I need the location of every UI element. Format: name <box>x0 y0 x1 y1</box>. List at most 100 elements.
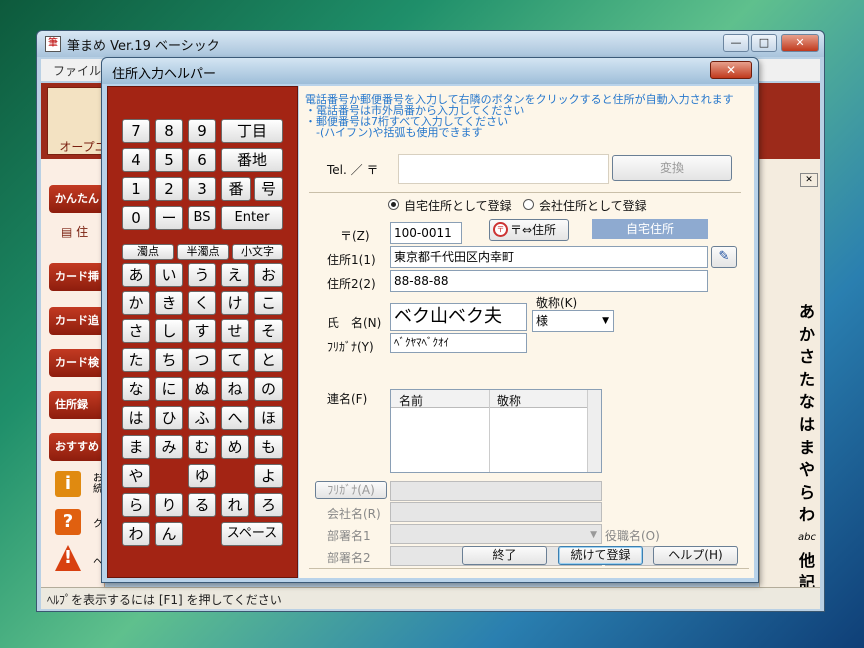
dept1-select[interactable]: ▼ <box>390 524 602 544</box>
kana-key[interactable]: ろ <box>254 493 283 517</box>
kana-key[interactable]: へ <box>221 406 249 430</box>
kana-key[interactable]: お <box>254 263 283 287</box>
info-icon[interactable]: i <box>55 471 81 497</box>
sidebar-item-address[interactable]: ▤ 住 <box>61 223 88 240</box>
map-lookup-button[interactable]: ✎ <box>711 246 737 268</box>
kana-key[interactable]: あ <box>122 263 150 287</box>
index-tab[interactable]: や <box>792 459 822 482</box>
name-input[interactable]: ベク山ベク夫 <box>390 303 527 331</box>
kana-key[interactable]: せ <box>221 319 249 343</box>
small-kana-key[interactable]: 小文字 <box>232 244 283 260</box>
kana-key[interactable]: く <box>188 291 216 315</box>
dakuten-key[interactable]: 濁点 <box>122 244 174 260</box>
company-furigana-button[interactable]: ﾌﾘｶﾞﾅ(A) <box>315 481 387 499</box>
kana-key[interactable]: え <box>221 263 249 287</box>
key[interactable]: 9 <box>188 119 216 143</box>
continue-register-button[interactable]: 続けて登録 <box>558 546 643 565</box>
key[interactable]: 号 <box>254 177 283 201</box>
kana-key[interactable]: よ <box>254 464 283 488</box>
kana-key[interactable]: う <box>188 263 216 287</box>
menu-file[interactable]: ファイル <box>53 62 101 79</box>
convert-button[interactable]: 変換 <box>612 155 732 181</box>
radio-home-address[interactable] <box>388 199 399 210</box>
key[interactable]: 6 <box>188 148 216 172</box>
space-key[interactable]: スペース <box>221 522 283 546</box>
key[interactable]: BS <box>188 206 216 230</box>
column-header-name[interactable]: 名前 <box>399 392 423 409</box>
kana-key[interactable]: ゆ <box>188 464 216 488</box>
key[interactable]: 3 <box>188 177 216 201</box>
sidebar-item-card-insert[interactable]: カード挿 <box>49 263 109 291</box>
kana-key[interactable]: わ <box>122 522 150 546</box>
kana-key[interactable]: な <box>122 377 150 401</box>
kana-key[interactable]: け <box>221 291 249 315</box>
maximize-button[interactable]: □ <box>751 34 777 52</box>
index-tab[interactable]: 他 <box>792 550 822 573</box>
kana-key[interactable]: り <box>155 493 183 517</box>
key[interactable]: ー <box>155 206 183 230</box>
kana-key[interactable]: は <box>122 406 150 430</box>
minimize-button[interactable]: — <box>723 34 749 52</box>
end-button[interactable]: 終了 <box>462 546 547 565</box>
radio-company-address[interactable] <box>523 199 534 210</box>
kana-key[interactable]: ね <box>221 377 249 401</box>
key[interactable]: 番 <box>221 177 251 201</box>
kana-key[interactable]: や <box>122 464 150 488</box>
kana-key[interactable]: き <box>155 291 183 315</box>
kana-key[interactable]: つ <box>188 348 216 372</box>
index-tab[interactable]: あ <box>792 301 822 324</box>
sidebar-item-address-book[interactable]: 住所録 <box>49 391 109 419</box>
key[interactable]: Enter <box>221 206 283 230</box>
close-button[interactable]: ✕ <box>781 34 819 52</box>
help-button[interactable]: ヘルプ(H) <box>653 546 738 565</box>
key[interactable]: 1 <box>122 177 150 201</box>
sidebar-item-easy[interactable]: かんたん <box>49 185 109 213</box>
help-icon[interactable]: ? <box>55 509 81 535</box>
key[interactable]: 8 <box>155 119 183 143</box>
kana-key[interactable]: ふ <box>188 406 216 430</box>
kana-key[interactable]: て <box>221 348 249 372</box>
column-header-honorific[interactable]: 敬称 <box>497 392 521 409</box>
zip-input[interactable]: 100-0011 <box>390 222 462 244</box>
key[interactable]: 丁目 <box>221 119 283 143</box>
kana-key[interactable]: し <box>155 319 183 343</box>
kana-key[interactable]: め <box>221 435 249 459</box>
kana-key[interactable]: む <box>188 435 216 459</box>
kana-key[interactable]: す <box>188 319 216 343</box>
kana-key[interactable]: ら <box>122 493 150 517</box>
key[interactable]: 4 <box>122 148 150 172</box>
index-tab[interactable]: な <box>792 391 822 414</box>
kana-key[interactable]: こ <box>254 291 283 315</box>
key[interactable]: 7 <box>122 119 150 143</box>
kana-key[interactable]: の <box>254 377 283 401</box>
company-input[interactable] <box>390 502 602 522</box>
sidebar-item-card-search[interactable]: カード検 <box>49 349 109 377</box>
kana-key[interactable]: い <box>155 263 183 287</box>
sidebar-item-card-add[interactable]: カード追 <box>49 307 109 335</box>
dialog-title-bar[interactable]: 住所入力ヘルパー ✕ <box>102 58 758 84</box>
sidebar-item-recommend[interactable]: おすすめ <box>49 433 109 461</box>
joint-names-table[interactable]: 名前 敬称 <box>390 389 602 473</box>
kana-key[interactable]: ほ <box>254 406 283 430</box>
warning-icon[interactable]: ! <box>55 545 81 571</box>
kana-key[interactable]: ま <box>122 435 150 459</box>
kana-key[interactable]: れ <box>221 493 249 517</box>
company-furigana-input[interactable] <box>390 481 602 501</box>
table-scrollbar[interactable] <box>587 390 601 472</box>
kana-key[interactable]: る <box>188 493 216 517</box>
index-tab[interactable]: わ <box>792 504 822 527</box>
zip-address-swap-button[interactable]: 〒 〒⇔住所 <box>489 219 569 241</box>
panel-close-button[interactable]: ✕ <box>800 173 818 187</box>
kana-key[interactable]: と <box>254 348 283 372</box>
index-tab[interactable]: か <box>792 324 822 347</box>
index-tab[interactable]: ま <box>792 437 822 460</box>
kana-key[interactable]: そ <box>254 319 283 343</box>
tel-input[interactable] <box>398 154 609 184</box>
kana-key[interactable]: か <box>122 291 150 315</box>
kana-key[interactable]: も <box>254 435 283 459</box>
key[interactable]: 0 <box>122 206 150 230</box>
kana-key[interactable]: さ <box>122 319 150 343</box>
kana-key[interactable]: に <box>155 377 183 401</box>
index-tab[interactable]: abc <box>792 527 822 550</box>
kana-key[interactable]: み <box>155 435 183 459</box>
